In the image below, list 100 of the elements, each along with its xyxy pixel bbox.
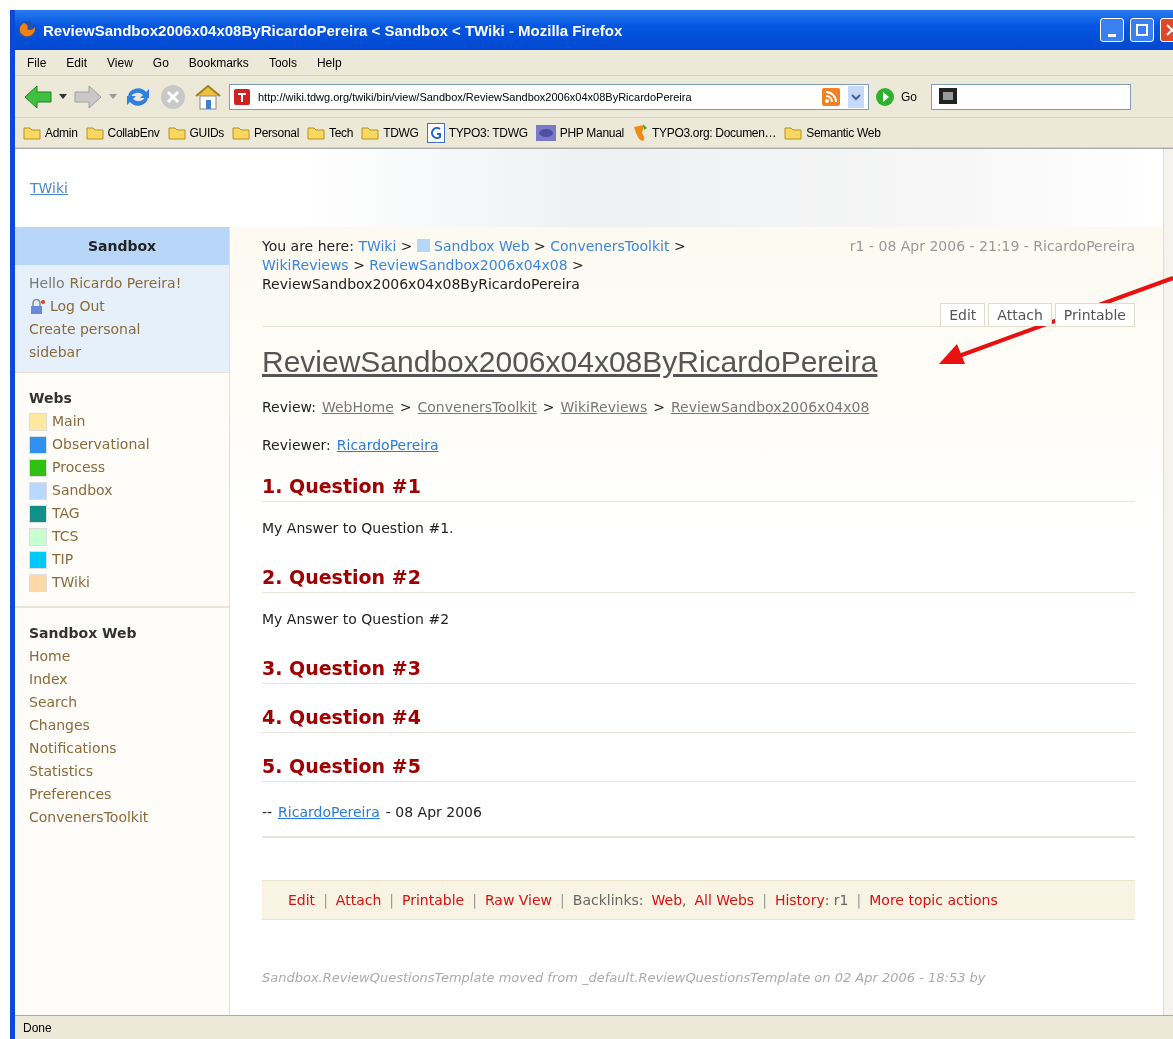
folder-icon (23, 125, 41, 140)
menu-item[interactable]: Edit (66, 55, 88, 70)
action-link[interactable]: Printable (402, 892, 465, 908)
home-icon[interactable] (193, 82, 223, 111)
question-heading: 3. Question #3 (262, 657, 1135, 684)
topic-title[interactable]: ReviewSandbox2006x04x08ByRicardoPereira (262, 345, 878, 379)
bookmark[interactable]: CollabEnv (85, 125, 160, 140)
topic-action-tab[interactable]: Edit (940, 303, 986, 326)
webs-heading: Webs (29, 389, 73, 408)
breadcrumb-link[interactable]: TWiki (358, 238, 397, 254)
action-separator: | (389, 892, 395, 908)
bookmark[interactable]: TYPO3.org: Documen… (631, 123, 777, 142)
action-link[interactable]: History (774, 892, 825, 908)
web-name-link[interactable]: Main (52, 410, 86, 433)
move-note: Sandbox.ReviewQuestionsTemplate moved from _default.ReviewQuestionsTemplate on 02 Apr 2006 - 18:53 by (262, 970, 987, 985)
dropdown-icon[interactable] (848, 85, 864, 108)
create-sidebar-link[interactable]: Create personal sidebar (29, 318, 169, 364)
web-tool-link[interactable]: Index (29, 671, 68, 687)
search-engine-icon (938, 86, 960, 107)
g-icon (426, 122, 445, 143)
web-name-link[interactable]: TIP (52, 548, 74, 571)
site-icon (234, 88, 250, 105)
bookmark[interactable]: TYPO3: TDWG (426, 122, 528, 143)
menu-item[interactable]: Go (152, 55, 169, 70)
minimize-button[interactable] (1100, 18, 1124, 42)
action-separator: | (560, 892, 565, 908)
path-separator: > (653, 399, 665, 415)
minimize-icon (1108, 33, 1116, 37)
bookmark[interactable]: TDWG (361, 125, 419, 140)
search-field[interactable] (931, 83, 1131, 110)
bookmark[interactable]: PHP Manual (535, 124, 624, 141)
breadcrumb-label: You are here: (262, 238, 354, 254)
go-icon[interactable] (875, 86, 895, 107)
action-link[interactable]: Raw View (484, 892, 553, 908)
bookmark[interactable]: GUIDs (167, 125, 225, 140)
review-path-link[interactable]: WebHome (321, 399, 394, 415)
bookmark[interactable]: Personal (232, 125, 299, 140)
url-field[interactable]: http://wiki.tdwg.org/twiki/bin/view/Sandbox/ReviewSandbox2006x04x08ByRicardoPereira (229, 83, 869, 110)
web-tool-link[interactable]: Notifications (29, 740, 117, 756)
folder-icon (167, 125, 186, 140)
web-name-link[interactable]: Sandbox (52, 479, 113, 502)
review-path-link[interactable]: ConvenersToolkit (417, 399, 537, 415)
web-tool-link[interactable]: Preferences (29, 786, 112, 802)
breadcrumb-separator: > (673, 238, 686, 254)
status-text: Done (15, 1015, 1173, 1039)
web-name-link[interactable]: TCS (52, 525, 79, 548)
review-path-link[interactable]: WikiReviews (560, 399, 648, 415)
web-name-link[interactable]: TWiki (52, 571, 90, 594)
menu-item[interactable]: File (27, 55, 47, 70)
action-link[interactable]: Attach (335, 892, 382, 908)
breadcrumb-link[interactable]: WikiReviews (262, 257, 349, 273)
review-path-link[interactable]: ReviewSandbox2006x04x08 (671, 399, 870, 415)
maximize-icon (1136, 24, 1148, 36)
bookmark[interactable]: Admin (23, 125, 78, 140)
menu-item[interactable]: Tools (268, 55, 297, 70)
path-separator: > (399, 399, 412, 415)
action-link[interactable]: All Webs (694, 892, 755, 908)
web-name-link[interactable]: Observational (52, 433, 150, 456)
menu-item[interactable]: View (107, 55, 133, 70)
web-name-link[interactable]: Process (52, 456, 106, 479)
question-heading: 4. Question #4 (262, 706, 1135, 733)
author-link[interactable]: RicardoPereira (278, 804, 380, 820)
maximize-button[interactable] (1130, 18, 1154, 42)
folder-icon (784, 125, 803, 140)
web-tool-link[interactable]: Changes (29, 717, 90, 733)
web-tool-link[interactable]: Home (29, 648, 71, 664)
web-name-link[interactable]: TAG (52, 502, 80, 525)
action-link[interactable]: More topic actions (869, 892, 998, 908)
folder-icon (307, 125, 325, 140)
topic-action-tab[interactable]: Attach (988, 303, 1052, 326)
action-link[interactable]: Edit (288, 892, 316, 908)
twiki-link[interactable]: TWiki (30, 180, 68, 196)
breadcrumb-link[interactable]: Sandbox Web (434, 238, 530, 254)
breadcrumb-link[interactable]: ReviewSandbox2006x04x08 (369, 257, 568, 273)
web-heading: Sandbox Web (29, 624, 138, 643)
topic-action-tab[interactable]: Printable (1054, 303, 1135, 326)
breadcrumb-link[interactable]: ConvenersToolkit (550, 238, 670, 254)
reviewer-link[interactable]: RicardoPereira (336, 437, 439, 453)
go-button[interactable]: Go (901, 89, 917, 104)
web-tool-link[interactable]: ConvenersToolkit (29, 809, 149, 825)
menu-item[interactable]: Bookmarks (188, 55, 249, 70)
path-separator: > (542, 399, 555, 415)
current-topic: ReviewSandbox2006x04x08ByRicardoPereira (262, 276, 580, 292)
question-heading: 1. Question #1 (262, 475, 1135, 502)
lock-icon (29, 298, 45, 315)
folder-icon (361, 125, 380, 140)
bookmark[interactable]: Tech (307, 125, 354, 140)
caret-icon[interactable] (59, 93, 67, 100)
menu-item[interactable]: Help (316, 55, 342, 70)
web-tool-link[interactable]: Statistics (29, 763, 93, 779)
back-icon[interactable] (23, 83, 53, 110)
question-heading: 2. Question #2 (262, 566, 1135, 593)
bookmark[interactable]: Semantic Web (784, 125, 881, 140)
web-tool-link[interactable]: Search (29, 694, 78, 710)
logout-link[interactable]: Log Out (50, 295, 105, 318)
breadcrumb-separator: > (534, 238, 546, 254)
action-text: Backlinks: (572, 892, 644, 908)
user-link[interactable]: Ricardo Pereira! (69, 272, 182, 295)
rss-icon (822, 87, 840, 106)
breadcrumb-separator: > (353, 257, 365, 273)
